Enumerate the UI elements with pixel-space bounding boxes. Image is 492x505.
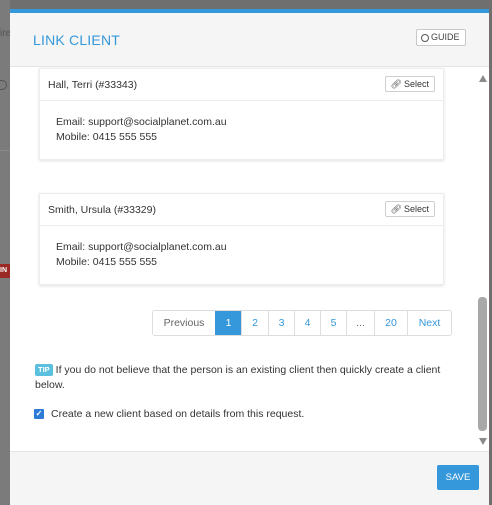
client-mobile: Mobile: 0415 555 555 bbox=[56, 256, 157, 268]
save-button[interactable]: SAVE bbox=[437, 465, 479, 490]
create-client-option[interactable]: ✓ Create a new client based on details f… bbox=[34, 408, 304, 420]
modal-title: LINK CLIENT bbox=[33, 32, 120, 48]
tip-text: If you do not believe that the person is… bbox=[35, 364, 441, 391]
link-icon: 🔗︎ bbox=[390, 79, 402, 89]
client-name: Hall, Terri (#33343) bbox=[48, 79, 138, 91]
client-card: Smith, Ursula (#33329) 🔗︎ Select Email: … bbox=[39, 193, 444, 285]
pagination-ellipsis: ... bbox=[346, 311, 374, 335]
scroll-down-arrow-icon[interactable] bbox=[479, 438, 487, 445]
pagination: Previous 1 2 3 4 5 ... 20 Next bbox=[152, 310, 452, 336]
create-client-checkbox[interactable]: ✓ bbox=[34, 409, 44, 419]
create-client-label: Create a new client based on details fro… bbox=[51, 408, 305, 420]
scroll-up-arrow-icon[interactable] bbox=[479, 75, 487, 82]
circle-icon bbox=[421, 33, 429, 42]
page-1-button[interactable]: 1 bbox=[215, 311, 241, 335]
pagination-previous[interactable]: Previous bbox=[153, 311, 215, 335]
client-name: Smith, Ursula (#33329) bbox=[48, 204, 156, 216]
select-client-button[interactable]: 🔗︎ Select bbox=[384, 76, 435, 92]
select-client-button[interactable]: 🔗︎ Select bbox=[384, 201, 435, 217]
page-5-button[interactable]: 5 bbox=[320, 311, 346, 335]
modal-header: LINK CLIENT GUIDE bbox=[10, 13, 489, 67]
modal-footer: SAVE bbox=[10, 451, 489, 505]
page-2-button[interactable]: 2 bbox=[241, 311, 268, 335]
tip-message: TIP If you do not believe that the person… bbox=[35, 363, 445, 393]
client-mobile: Mobile: 0415 555 555 bbox=[56, 131, 157, 143]
tip-badge: TIP bbox=[35, 364, 53, 376]
modal-scrollbar[interactable] bbox=[476, 67, 489, 451]
background-badge-fragment: IN bbox=[0, 264, 10, 278]
page-4-button[interactable]: 4 bbox=[294, 311, 320, 335]
guide-button-label: GUIDE bbox=[431, 32, 460, 42]
client-card-header: Smith, Ursula (#33329) 🔗︎ Select bbox=[40, 194, 443, 226]
background-divider bbox=[0, 150, 10, 151]
client-email: Email: support@socialplanet.com.au bbox=[56, 116, 227, 128]
page-3-button[interactable]: 3 bbox=[268, 311, 294, 335]
client-card: Hall, Terri (#33343) 🔗︎ Select Email: su… bbox=[39, 68, 444, 160]
client-details: Email: support@socialplanet.com.au Mobil… bbox=[40, 226, 443, 270]
background-panel bbox=[0, 0, 10, 505]
client-details: Email: support@socialplanet.com.au Mobil… bbox=[40, 101, 443, 145]
page-20-button[interactable]: 20 bbox=[374, 311, 407, 335]
link-icon: 🔗︎ bbox=[390, 204, 402, 214]
pagination-next[interactable]: Next bbox=[407, 311, 451, 335]
link-client-modal: LINK CLIENT GUIDE Hall, Terri (#33343) 🔗… bbox=[10, 9, 489, 505]
select-button-label: Select bbox=[403, 204, 429, 214]
scrollbar-thumb[interactable] bbox=[478, 297, 487, 431]
select-button-label: Select bbox=[403, 79, 429, 89]
client-card-header: Hall, Terri (#33343) 🔗︎ Select bbox=[40, 69, 443, 101]
modal-body[interactable]: Hall, Terri (#33343) 🔗︎ Select Email: su… bbox=[10, 67, 489, 451]
client-email: Email: support@socialplanet.com.au bbox=[56, 241, 227, 253]
guide-button[interactable]: GUIDE bbox=[416, 29, 466, 46]
